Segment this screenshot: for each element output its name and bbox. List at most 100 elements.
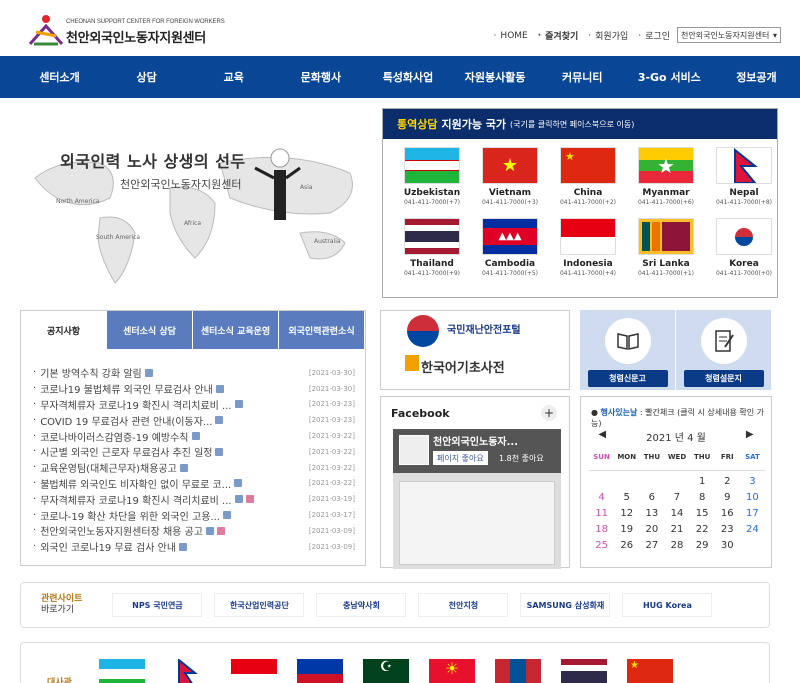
bookmark-link[interactable]: 즐겨찾기 bbox=[538, 29, 578, 42]
nav-item-education[interactable]: 교육 bbox=[190, 69, 277, 85]
related-site-hug[interactable]: HUG Korea bbox=[622, 593, 713, 617]
calendar-date[interactable]: 13 bbox=[639, 508, 664, 519]
related-site-nps[interactable]: NPS 국민연금 bbox=[112, 593, 203, 617]
notice-row[interactable]: 외국인 코로나19 무료 검사 안내 [2021-03-09] bbox=[33, 539, 355, 555]
thailand-flag-icon[interactable] bbox=[561, 659, 607, 683]
integrity-survey-button[interactable]: 청렴설문지 bbox=[676, 310, 772, 390]
notice-row[interactable]: 기본 방역수칙 강화 알림 [2021-03-30] bbox=[33, 365, 355, 381]
notice-title[interactable]: 천안외국인노동자지원센터장 채용 공고 bbox=[33, 523, 225, 538]
notice-title[interactable]: 코로나19 불법체류 외국인 무료검사 안내 bbox=[33, 381, 224, 396]
calendar-date[interactable]: 20 bbox=[639, 524, 664, 535]
calendar-date[interactable]: 14 bbox=[664, 508, 689, 519]
notice-row[interactable]: 천안외국인노동자지원센터장 채용 공고 [2021-03-09] bbox=[33, 523, 355, 539]
related-site-pharmacist[interactable]: 충남약사회 bbox=[316, 593, 407, 617]
country-cambodia[interactable]: ▲▲▲ Cambodia 041-411-7000(+5) bbox=[471, 218, 549, 277]
tab-foreign-workforce[interactable]: 외국인력관련소식 bbox=[279, 311, 365, 349]
country-nepal[interactable]: Nepal 041-411-7000(+8) bbox=[705, 147, 783, 206]
calendar-date[interactable]: 8 bbox=[690, 492, 715, 503]
dictionary-name[interactable]: 한국어기초사전 bbox=[421, 357, 505, 376]
logo-title[interactable]: 천안외국인노동자지원센터 bbox=[66, 27, 206, 46]
calendar-date[interactable]: 1 bbox=[690, 476, 715, 487]
notice-title[interactable]: 외국인 코로나19 무료 검사 안내 bbox=[33, 539, 188, 554]
calendar-date[interactable]: 11 bbox=[589, 508, 614, 519]
calendar-date[interactable]: 17 bbox=[740, 508, 765, 519]
country-uzbekistan[interactable]: Uzbekistan 041-411-7000(+7) bbox=[393, 147, 471, 206]
notice-title[interactable]: 불법체류 외국인도 비자확인 없이 무료로 코... bbox=[33, 476, 243, 491]
plus-icon[interactable]: + bbox=[541, 405, 557, 421]
related-site-labor-office[interactable]: 천안지청 bbox=[418, 593, 509, 617]
calendar-date[interactable]: 27 bbox=[639, 540, 664, 551]
nepal-flag-icon[interactable] bbox=[165, 659, 211, 683]
nav-item-counsel[interactable]: 상담 bbox=[103, 69, 190, 85]
notice-title[interactable]: 기본 방역수칙 강화 알림 bbox=[33, 365, 153, 380]
site-select[interactable]: 천안외국인노동자지원센터 ▾ bbox=[677, 27, 781, 43]
notice-row[interactable]: 코로나바이러스감염증-19 예방수칙 [2021-03-22] bbox=[33, 428, 355, 444]
disaster-portal-banner[interactable]: 국민재난안전포털 한국어기초사전 bbox=[380, 310, 570, 390]
calendar-date[interactable]: 10 bbox=[740, 492, 765, 503]
calendar-date[interactable]: 9 bbox=[715, 492, 740, 503]
logo-icon[interactable] bbox=[26, 14, 66, 48]
notice-row[interactable]: COVID 19 무료검사 관련 안내(이동자... [2021-03-23] bbox=[33, 412, 355, 428]
philippines-flag-icon[interactable] bbox=[297, 659, 343, 683]
calendar-date[interactable]: 22 bbox=[690, 524, 715, 535]
mongolia-flag-icon[interactable] bbox=[495, 659, 541, 683]
indonesia-flag-icon[interactable] bbox=[231, 659, 277, 683]
notice-title[interactable]: 코로나바이러스감염증-19 예방수칙 bbox=[33, 429, 200, 444]
calendar-date[interactable]: 19 bbox=[614, 524, 639, 535]
calendar-date[interactable]: 28 bbox=[664, 540, 689, 551]
tab-center-counsel[interactable]: 센터소식 상담 bbox=[107, 311, 193, 349]
pakistan-flag-icon[interactable]: ☪ bbox=[363, 659, 409, 683]
calendar-date[interactable]: 26 bbox=[614, 540, 639, 551]
calendar-date[interactable]: 21 bbox=[664, 524, 689, 535]
nav-item-special[interactable]: 특성화사업 bbox=[364, 69, 451, 85]
notice-row[interactable]: 코로나19 불법체류 외국인 무료검사 안내 [2021-03-30] bbox=[33, 381, 355, 397]
calendar-date[interactable]: 7 bbox=[664, 492, 689, 503]
signup-link[interactable]: 회원가입 bbox=[588, 29, 628, 42]
home-link[interactable]: HOME bbox=[494, 29, 527, 42]
nav-item-culture[interactable]: 문화행사 bbox=[277, 69, 364, 85]
notice-title[interactable]: 시군별 외국인 근로자 무료검사 추진 일정 bbox=[33, 444, 224, 459]
notice-row[interactable]: 교육운영팀(대체근무자)채용공고 [2021-03-22] bbox=[33, 460, 355, 476]
country-myanmar[interactable]: ★ Myanmar 041-411-7000(+6) bbox=[627, 147, 705, 206]
prev-month-icon[interactable]: ◀ bbox=[598, 429, 606, 444]
nav-item-community[interactable]: 커뮤니티 bbox=[539, 69, 626, 85]
calendar-date[interactable]: 3 bbox=[740, 476, 765, 487]
china-flag-icon[interactable]: ★ bbox=[627, 659, 673, 683]
calendar-date[interactable]: 16 bbox=[715, 508, 740, 519]
kyrgyzstan-flag-icon[interactable]: ☀ bbox=[429, 659, 475, 683]
calendar-date[interactable]: 18 bbox=[589, 524, 614, 535]
notice-title[interactable]: 코로나-19 확산 차단을 위한 외국인 고용... bbox=[33, 508, 231, 523]
notice-title[interactable]: 무자격체류자 코로나19 확진시 격리치료비 ... bbox=[33, 397, 243, 412]
notice-row[interactable]: 무자격체류자 코로나19 확진시 격리치료비 ... [2021-03-23] bbox=[33, 397, 355, 413]
notice-row[interactable]: 시군별 외국인 근로자 무료검사 추진 일정 [2021-03-22] bbox=[33, 444, 355, 460]
notice-row[interactable]: 코로나-19 확산 차단을 위한 외국인 고용... [2021-03-17] bbox=[33, 507, 355, 523]
uzbekistan-flag-icon[interactable] bbox=[99, 659, 145, 683]
notice-row[interactable]: 불법체류 외국인도 비자확인 없이 무료로 코... [2021-03-22] bbox=[33, 476, 355, 492]
tab-center-education[interactable]: 센터소식 교육운영 bbox=[193, 311, 279, 349]
nav-item-about[interactable]: 센터소개 bbox=[16, 69, 103, 85]
calendar-date[interactable]: 29 bbox=[690, 540, 715, 551]
notice-title[interactable]: 교육운영팀(대체근무자)채용공고 bbox=[33, 460, 188, 475]
notice-title[interactable]: 무자격체류자 코로나19 확진시 격리치료비 ... bbox=[33, 492, 254, 507]
calendar-date[interactable]: 24 bbox=[740, 524, 765, 535]
login-link[interactable]: 로그인 bbox=[638, 29, 670, 42]
country-srilanka[interactable]: Sri Lanka 041-411-7000(+1) bbox=[627, 218, 705, 277]
country-vietnam[interactable]: ★ Vietnam 041-411-7000(+3) bbox=[471, 147, 549, 206]
nav-item-3go[interactable]: 3-Go 서비스 bbox=[626, 69, 713, 85]
nav-item-info[interactable]: 정보공개 bbox=[713, 69, 800, 85]
calendar-date[interactable]: 30 bbox=[715, 540, 740, 551]
next-month-icon[interactable]: ▶ bbox=[746, 429, 754, 444]
facebook-like-button[interactable]: 페이지 좋아요 bbox=[433, 451, 488, 465]
related-site-hrdkorea[interactable]: 한국산업인력공단 bbox=[214, 593, 305, 617]
related-site-samsung[interactable]: SAMSUNG 삼성화재 bbox=[520, 593, 611, 617]
calendar-date[interactable]: 25 bbox=[589, 540, 614, 551]
facebook-page-box[interactable]: 천안외국인노동자... 페이지 좋아요 1.8천 좋아요 bbox=[393, 429, 561, 569]
calendar-date[interactable]: 15 bbox=[690, 508, 715, 519]
calendar-date[interactable]: 4 bbox=[589, 492, 614, 503]
country-indonesia[interactable]: Indonesia 041-411-7000(+4) bbox=[549, 218, 627, 277]
tab-notice[interactable]: 공지사항 bbox=[21, 311, 107, 349]
integrity-report-button[interactable]: 청렴신문고 bbox=[580, 310, 676, 390]
nav-item-volunteer[interactable]: 자원봉사활동 bbox=[452, 69, 539, 85]
calendar-date[interactable]: 2 bbox=[715, 476, 740, 487]
calendar-date[interactable]: 5 bbox=[614, 492, 639, 503]
